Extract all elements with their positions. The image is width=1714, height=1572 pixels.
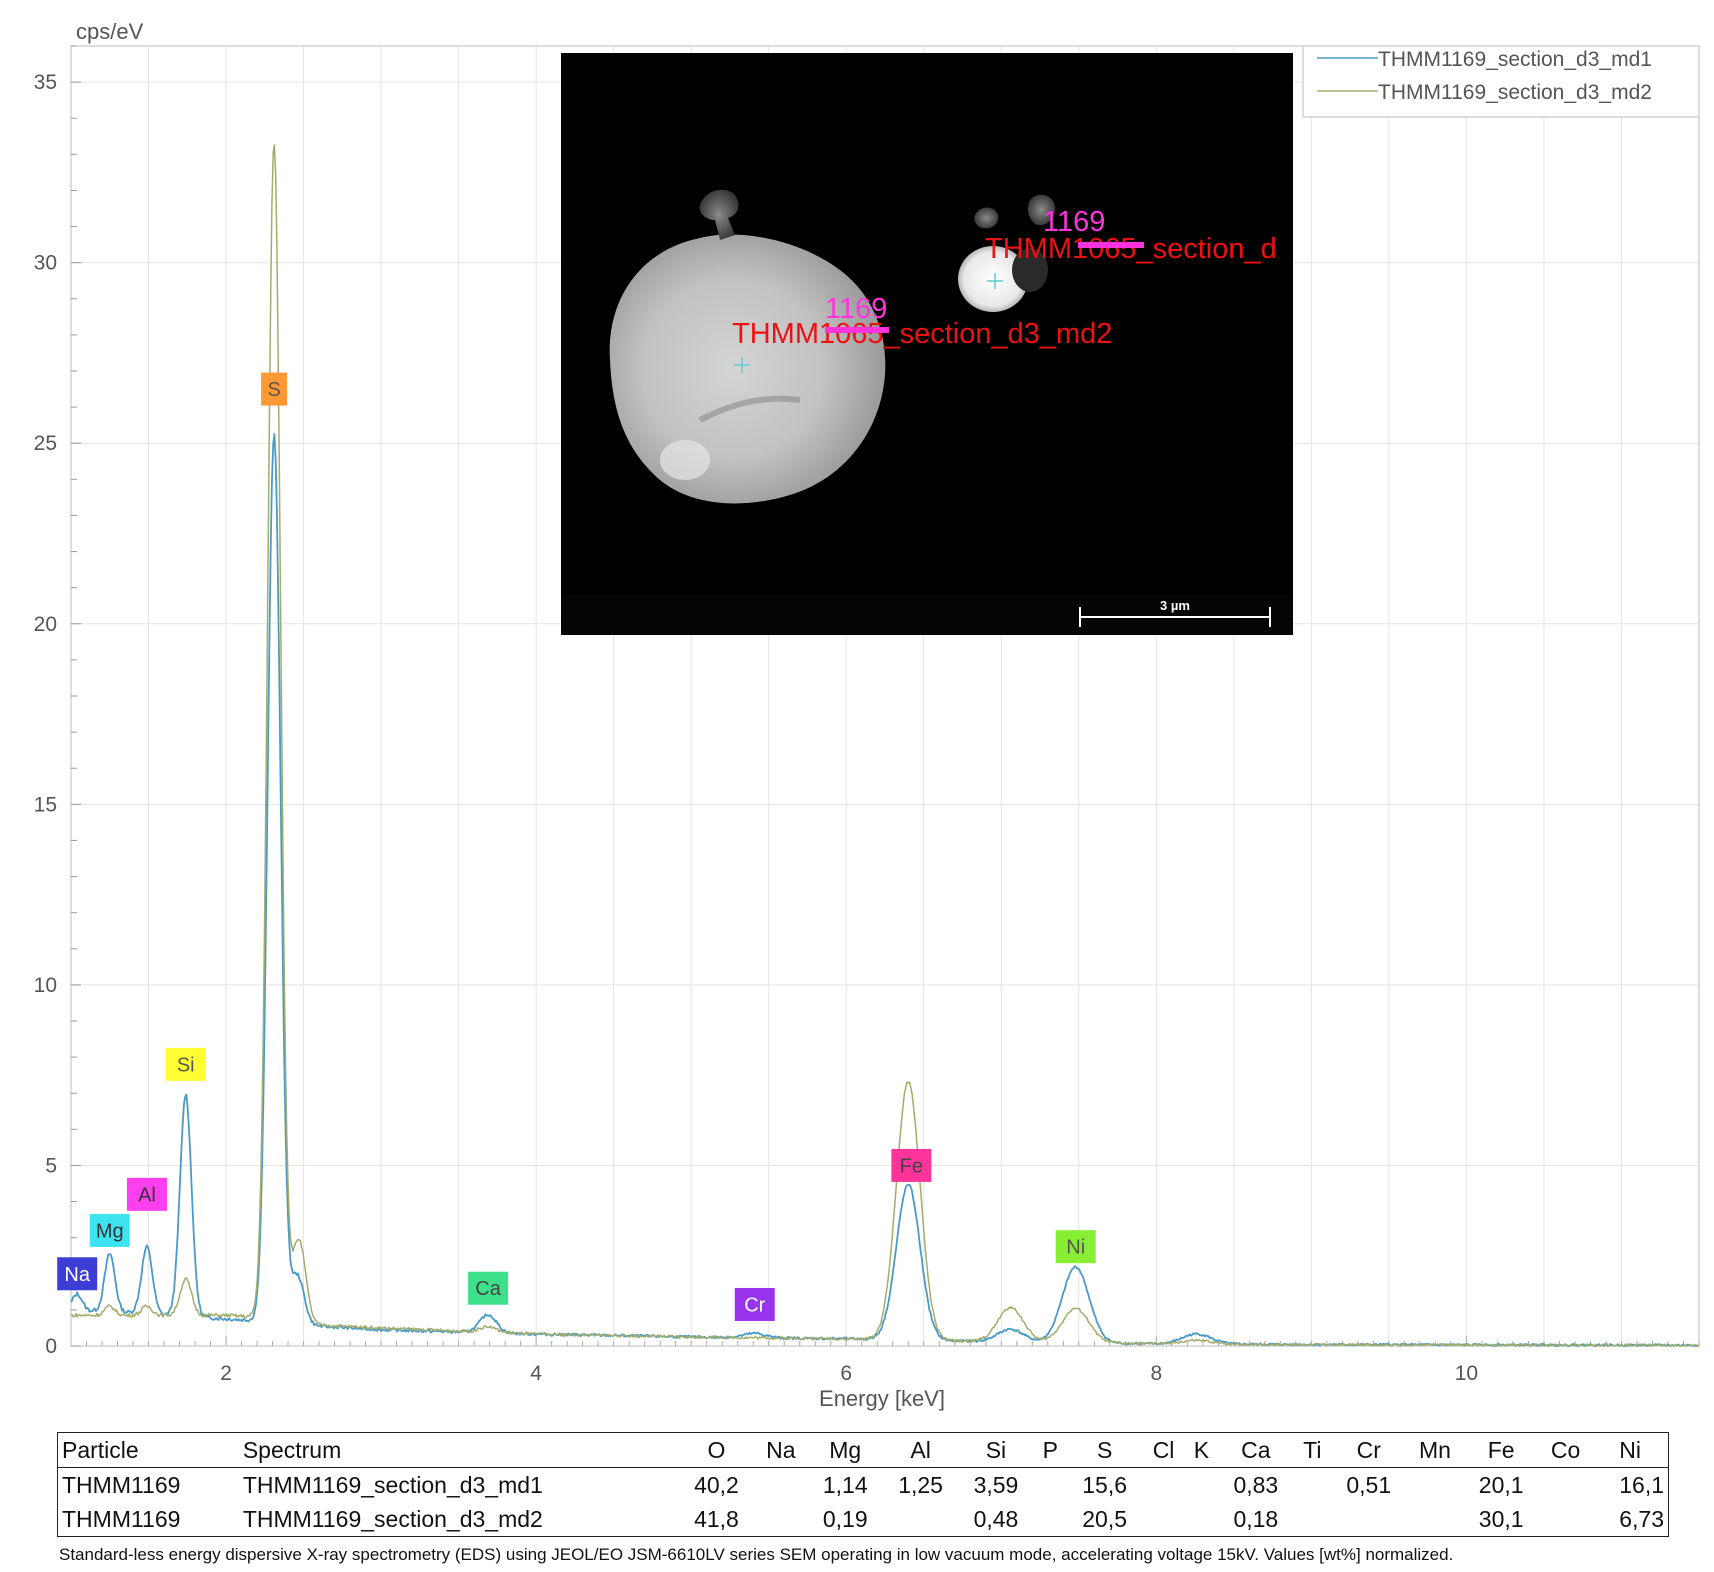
- table-cell: [1142, 1502, 1184, 1537]
- table-header-cl: Cl: [1142, 1432, 1185, 1468]
- table-cell: THMM1169_section_d3_md2: [242, 1505, 543, 1532]
- table-cell: [1185, 1502, 1218, 1537]
- results-table: Particle Spectrum O Na Mg Al Si P S Cl K Ca Ti Cr Mn Fe…: [57, 1432, 1669, 1537]
- table-header-row: Particle Spectrum O Na Mg Al Si P S Cl K Ca Ti Cr Mn Fe…: [57, 1432, 1669, 1468]
- element-marker-label-ni: Ni: [1066, 1237, 1085, 1259]
- element-marker-label-mg: Mg: [96, 1220, 124, 1242]
- y-tick-labels: 0 5 10 15 20 25 30 35: [34, 71, 57, 1358]
- table-header-co: Co: [1538, 1432, 1593, 1468]
- table-header-mn: Mn: [1406, 1432, 1464, 1468]
- y-tick-label: 25: [34, 432, 57, 455]
- table-cell: [1331, 1502, 1406, 1537]
- legend: THMM1169_section_d3_md1 THMM1169_section…: [1302, 45, 1700, 118]
- table-cell: 41,8: [694, 1505, 739, 1532]
- y-tick-label: 15: [34, 793, 57, 816]
- scale-bar-label: 3 µm: [1160, 598, 1190, 613]
- table-header-ni: Ni: [1592, 1432, 1669, 1468]
- x-axis-label: Energy [keV]: [819, 1386, 945, 1411]
- legend-label-md1: THMM1169_section_d3_md1: [1378, 48, 1652, 71]
- table-cell: 0,48: [973, 1505, 1019, 1532]
- table-cell: [1406, 1468, 1463, 1503]
- y-tick-label: 20: [34, 613, 57, 636]
- table-cell: 30,1: [1478, 1505, 1524, 1532]
- table-row: THMM1169 THMM1169_section_d3_md2 41,8 0,19 0…: [58, 1502, 1669, 1537]
- large-particle: [609, 234, 886, 504]
- table-header-mg: Mg: [807, 1432, 883, 1468]
- table-cell: 40,2: [694, 1471, 739, 1498]
- table-cell: 1,14: [822, 1471, 868, 1498]
- table-header-spectrum: Spectrum: [238, 1432, 679, 1468]
- table-cell: THMM1169: [62, 1505, 181, 1532]
- x-tick-label: 6: [840, 1362, 852, 1385]
- footnote: Standard-less energy dispersive X-ray sp…: [59, 1545, 1454, 1564]
- table-header-ca: Ca: [1218, 1432, 1294, 1468]
- eds-spectrum-chart: NaMgAlSiSCaCrFeNi 05101520253035 2 4 6 8 10 …: [34, 19, 1700, 1411]
- table-header-si: Si: [958, 1432, 1034, 1468]
- table-header-al: Al: [882, 1432, 959, 1468]
- y-tick-label: 0: [45, 1335, 57, 1358]
- table-header-o: O: [678, 1432, 755, 1468]
- table-cell: 0,19: [822, 1505, 868, 1532]
- table-cell: 1,25: [898, 1471, 943, 1498]
- element-marker-label-fe: Fe: [900, 1155, 923, 1177]
- table-row: THMM1169 THMM1169_section_d3_md1 40,2 1,14 1…: [58, 1468, 1669, 1503]
- table-cell: [1034, 1468, 1067, 1503]
- particle-highlight: [660, 440, 710, 480]
- x-tick-labels: 2 4 6 8 10: [220, 1362, 1478, 1385]
- table-header-k: K: [1184, 1432, 1219, 1468]
- element-marker-label-al: Al: [138, 1184, 156, 1206]
- x-tick-label: 4: [530, 1362, 542, 1385]
- sem-id-bar-2: [825, 327, 889, 333]
- element-marker-label-ca: Ca: [475, 1278, 501, 1300]
- y-axis-label: cps/eV: [76, 19, 144, 44]
- table-cell: [1294, 1502, 1332, 1537]
- table-cell: [1185, 1468, 1218, 1503]
- table-cell: [754, 1468, 807, 1503]
- x-tick-label: 10: [1455, 1362, 1478, 1385]
- table-header-s: S: [1066, 1432, 1143, 1468]
- table-cell: 15,6: [1082, 1471, 1128, 1498]
- legend-label-md2: THMM1169_section_d3_md2: [1378, 81, 1652, 104]
- table-cell: THMM1169: [62, 1471, 181, 1498]
- table-header-particle: Particle: [57, 1432, 239, 1468]
- table-header-p: P: [1033, 1432, 1067, 1468]
- y-tick-label: 30: [34, 252, 57, 275]
- table-cell: [754, 1502, 807, 1537]
- table-cell: 20,1: [1478, 1471, 1524, 1498]
- table-cell: [1539, 1468, 1592, 1503]
- table-cell: [883, 1502, 958, 1537]
- table-cell: [1294, 1468, 1332, 1503]
- table-cell: 0,83: [1233, 1471, 1279, 1498]
- y-tick-label: 10: [34, 974, 57, 997]
- element-marker-label-s: S: [267, 379, 280, 401]
- table-header-ti: Ti: [1293, 1432, 1332, 1468]
- table-cell: 16,1: [1619, 1471, 1664, 1498]
- element-marker-label-cr: Cr: [744, 1294, 765, 1316]
- y-tick-label: 5: [45, 1154, 57, 1177]
- table-cell: 20,5: [1082, 1505, 1128, 1532]
- table-cell: 0,18: [1233, 1505, 1279, 1532]
- table-cell: THMM1169_section_d3_md1: [242, 1471, 543, 1498]
- x-tick-label: 2: [220, 1362, 232, 1385]
- table-header-cr: Cr: [1331, 1432, 1407, 1468]
- y-tick-label: 35: [34, 71, 57, 94]
- table-header-na: Na: [754, 1432, 808, 1468]
- sem-id-bar-1: [1078, 242, 1144, 248]
- table-cell: [1142, 1468, 1184, 1503]
- table-cell: 0,51: [1346, 1471, 1392, 1498]
- table-cell: [1034, 1502, 1067, 1537]
- element-marker-label-na: Na: [64, 1264, 90, 1286]
- sem-image-inset: 1169 1169 THMM1065_section_d THMM1065_se…: [561, 53, 1293, 635]
- x-tick-label: 8: [1150, 1362, 1162, 1385]
- table-cell: [1539, 1502, 1592, 1537]
- sem-spectrum-label-2: THMM1065_section_d3_md2: [732, 318, 1112, 350]
- table-cell: 6,73: [1619, 1505, 1664, 1532]
- table-cell: [1406, 1502, 1463, 1537]
- sem-spectrum-label-1: THMM1065_section_d: [985, 233, 1277, 265]
- table-header-fe: Fe: [1463, 1432, 1539, 1468]
- table-cell: 3,59: [973, 1471, 1019, 1498]
- element-marker-label-si: Si: [177, 1054, 195, 1076]
